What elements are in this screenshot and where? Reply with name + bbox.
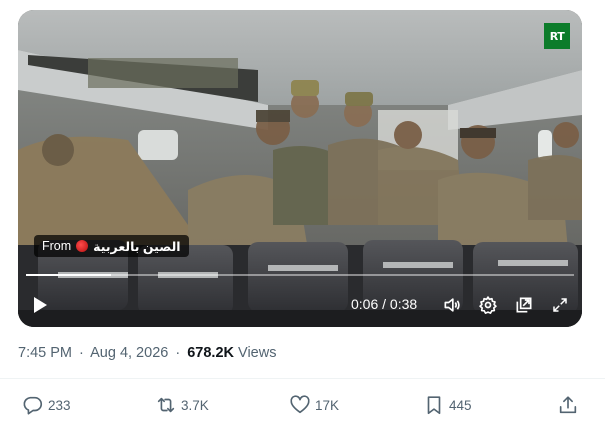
play-icon [34,297,47,313]
tweet-time[interactable]: 7:45 PM [18,345,72,361]
gear-icon [479,296,497,314]
share-icon [559,396,577,414]
reply-count: 233 [48,397,71,413]
meta-separator: · [79,345,84,361]
like-count: 17K [315,397,340,413]
bookmark-count: 445 [449,397,472,413]
views-count[interactable]: 678.2K [187,345,234,361]
reply-icon [23,396,43,415]
rt-watermark-logo: RT [544,23,570,49]
tweet-metadata: 7:45 PM · Aug 4, 2026 · 678.2K Views [18,345,276,361]
volume-icon [444,298,460,312]
views-label: Views [238,345,277,361]
meta-separator: · [175,345,181,361]
tweet-detail: RT From الصين بالعربية 0:06 / 0:38 7:45 … [0,0,605,433]
source-prefix: From [42,239,72,253]
like-button[interactable]: 17K [289,394,339,416]
video-player[interactable]: RT From الصين بالعربية 0:06 / 0:38 [18,10,582,327]
tweet-date[interactable]: Aug 4, 2026 [90,345,168,361]
bookmark-button[interactable]: 445 [423,394,472,416]
repost-icon [157,397,175,413]
reply-button[interactable]: 233 [22,394,71,416]
repost-button[interactable]: 3.7K [155,394,209,416]
popout-button[interactable] [511,290,537,320]
time-total: 0:38 [389,296,418,312]
video-time-readout: 0:06 / 0:38 [351,296,417,312]
time-separator: / [378,296,390,312]
popout-icon [516,297,532,313]
video-controls: 0:06 / 0:38 [18,290,582,320]
repost-count: 3.7K [181,397,209,413]
volume-button[interactable] [439,290,465,320]
play-button[interactable] [27,290,53,320]
time-current: 0:06 [351,296,379,312]
video-progress-fill [26,274,111,276]
settings-button[interactable] [475,290,501,320]
source-account-name: الصين بالعربية [93,239,181,254]
divider [0,378,605,379]
video-source-attribution[interactable]: From الصين بالعربية [34,235,189,257]
bookmark-icon [427,396,441,415]
video-frame [18,10,582,327]
video-progress-bar[interactable] [26,274,574,276]
fullscreen-button[interactable] [547,290,573,320]
fullscreen-icon [553,298,567,312]
source-avatar [76,240,89,252]
heart-icon [290,395,310,414]
share-button[interactable] [557,394,579,416]
